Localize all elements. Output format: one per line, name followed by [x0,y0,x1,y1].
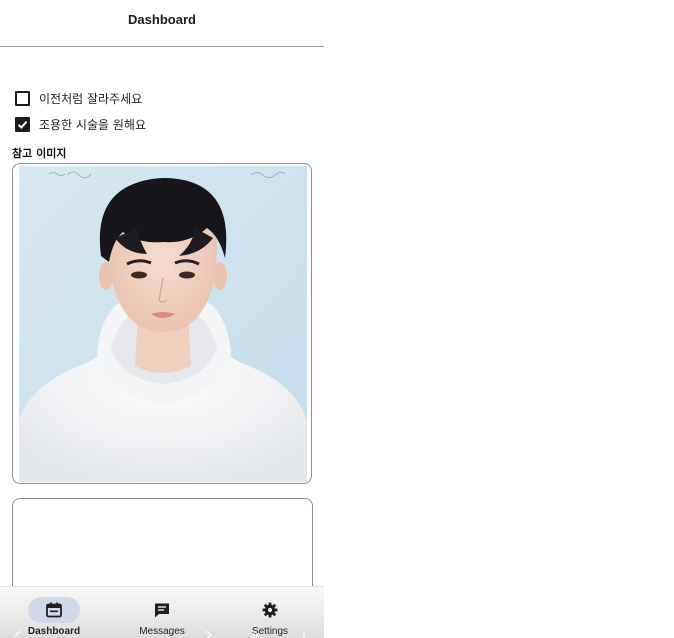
checkbox-quiet-service[interactable] [15,116,30,132]
reference-image-card[interactable] [12,163,312,484]
gear-icon [262,602,278,618]
checkmark-icon [17,120,28,129]
recents-icon[interactable] [300,631,308,638]
checkbox-same-cut[interactable] [15,90,30,106]
system-navigation-bar [0,631,324,638]
back-icon[interactable] [14,631,22,638]
app-header: Dashboard [0,0,324,47]
app-screen: Dashboard 이전처럼 잘라주세요 조용한 시술을 원해요 참고 이미지 [0,0,324,638]
message-icon [155,603,169,618]
reference-image-title: 참고 이미지 [12,147,67,160]
option-label-same-cut: 이전처럼 잘라주세요 [39,91,143,106]
option-label-quiet-service: 조용한 시술을 원해요 [39,117,146,132]
option-row-quiet-service[interactable]: 조용한 시술을 원해요 [15,115,146,133]
reference-photo [19,166,307,482]
option-row-same-cut[interactable]: 이전처럼 잘라주세요 [15,89,142,107]
calendar-icon [46,602,62,618]
page-title: Dashboard [128,12,196,27]
chevron-icon[interactable] [206,631,214,638]
home-icon[interactable] [252,631,260,638]
